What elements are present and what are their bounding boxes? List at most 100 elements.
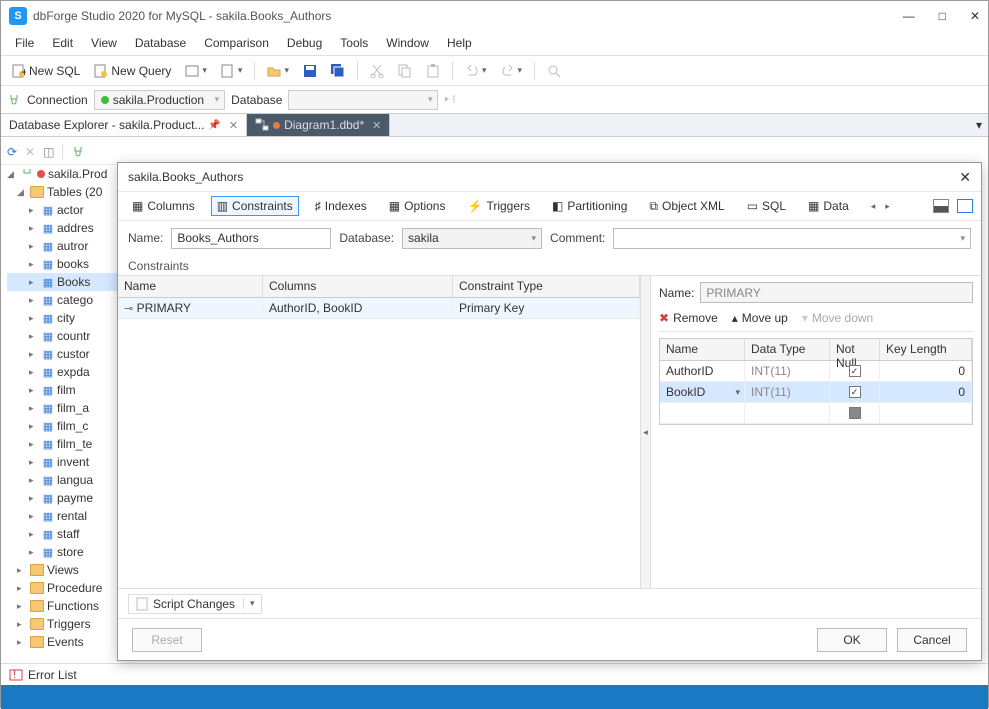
menu-edit[interactable]: Edit (44, 33, 81, 53)
open-button[interactable]: ▾ (262, 62, 294, 80)
tree-table[interactable]: ▸▦books (7, 255, 117, 273)
tabs-next[interactable]: ▸ (885, 201, 890, 212)
tree-events-folder[interactable]: ▸Events (7, 633, 117, 651)
tree-table[interactable]: ▸▦custor (7, 345, 117, 363)
constraint-row[interactable]: ⊸ PRIMARY AuthorID, BookID Primary Key (118, 298, 640, 319)
notnull-checkbox[interactable]: ✓ (849, 386, 861, 398)
minimize-button[interactable]: — (903, 9, 915, 23)
menu-debug[interactable]: Debug (279, 33, 330, 53)
view-mode-1[interactable] (933, 199, 949, 213)
tree-table-selected[interactable]: ▸▦Books (7, 273, 117, 291)
search-button[interactable] (542, 62, 566, 80)
tree-views-folder[interactable]: ▸Views (7, 561, 117, 579)
tab-triggers[interactable]: ⚡Triggers (461, 196, 536, 216)
tree-table[interactable]: ▸▦autror (7, 237, 117, 255)
menu-comparison[interactable]: Comparison (196, 33, 277, 53)
menu-help[interactable]: Help (439, 33, 480, 53)
tab-partitioning[interactable]: ◧Partitioning (546, 196, 633, 216)
view-mode-2[interactable] (957, 199, 973, 213)
delete-icon[interactable]: ✕ (25, 145, 35, 159)
menu-tools[interactable]: Tools (332, 33, 376, 53)
tree-table[interactable]: ▸▦rental (7, 507, 117, 525)
tabs-prev[interactable]: ◂ (871, 201, 876, 212)
tab-database-explorer[interactable]: Database Explorer - sakila.Product... 📌 … (1, 114, 247, 136)
new-query-button[interactable]: New Query (89, 62, 176, 80)
mg-keylen-header[interactable]: Key Length (880, 339, 972, 360)
col-name-header[interactable]: Name (118, 276, 263, 297)
mg-row-selected[interactable]: BookID▾ INT(11) ✓ 0 (660, 382, 972, 403)
plug-icon[interactable] (71, 145, 85, 159)
dialog-close-button[interactable]: ✕ (959, 169, 971, 186)
comment-input[interactable] (613, 228, 971, 249)
tree-table[interactable]: ▸▦film_c (7, 417, 117, 435)
tab-diagram[interactable]: Diagram1.dbd* ✕ (247, 114, 390, 136)
tab-constraints[interactable]: ▥Constraints (211, 196, 299, 216)
detail-name-input[interactable] (700, 282, 973, 303)
tree-connection[interactable]: ◢sakila.Prod (7, 165, 117, 183)
tree-table[interactable]: ▸▦langua (7, 471, 117, 489)
tree-table[interactable]: ▸▦film_a (7, 399, 117, 417)
dropdown-1[interactable]: ▾ (180, 62, 212, 80)
cancel-button[interactable]: Cancel (897, 628, 967, 652)
splitter[interactable]: ◂ (641, 276, 651, 588)
tab-options[interactable]: ▦Options (383, 196, 452, 216)
tab-data[interactable]: ▦Data (802, 196, 855, 216)
menu-window[interactable]: Window (378, 33, 437, 53)
mg-notnull-header[interactable]: Not Null (830, 339, 880, 360)
close-button[interactable]: ✕ (970, 9, 980, 23)
tree-table[interactable]: ▸▦payme (7, 489, 117, 507)
window-icon[interactable]: ◫ (43, 145, 54, 159)
moveup-button[interactable]: ▴Move up (732, 311, 788, 325)
tree-table[interactable]: ▸▦city (7, 309, 117, 327)
close-icon[interactable]: ✕ (372, 119, 381, 132)
save-button[interactable] (298, 62, 322, 80)
tree-procedures-folder[interactable]: ▸Procedure (7, 579, 117, 597)
refresh-icon[interactable]: ⟳ (7, 145, 17, 159)
col-columns-header[interactable]: Columns (263, 276, 453, 297)
tree-table[interactable]: ▸▦staff (7, 525, 117, 543)
pin-icon[interactable]: 📌 (208, 120, 220, 131)
undo-button[interactable]: ▾ (460, 62, 492, 80)
tab-sql[interactable]: ▭SQL (741, 196, 792, 216)
save-all-button[interactable] (326, 62, 350, 80)
tree-table[interactable]: ▸▦film (7, 381, 117, 399)
paste-button[interactable] (421, 62, 445, 80)
connection-combo[interactable]: sakila.Production (94, 90, 225, 110)
copy-button[interactable] (393, 62, 417, 80)
database-combo[interactable]: sakila (402, 228, 542, 249)
script-changes-button[interactable]: Script Changes ▾ (128, 594, 262, 614)
tree-triggers-folder[interactable]: ▸Triggers (7, 615, 117, 633)
tree-table[interactable]: ▸▦store (7, 543, 117, 561)
col-type-header[interactable]: Constraint Type (453, 276, 640, 297)
tree-functions-folder[interactable]: ▸Functions (7, 597, 117, 615)
database-combo[interactable] (288, 90, 438, 110)
tree-table[interactable]: ▸▦catego (7, 291, 117, 309)
menu-view[interactable]: View (83, 33, 125, 53)
menu-database[interactable]: Database (127, 33, 194, 53)
remove-button[interactable]: ✖Remove (659, 311, 718, 325)
notnull-checkbox-indeterminate[interactable] (849, 407, 861, 419)
mg-row-empty[interactable] (660, 403, 972, 424)
tree-table[interactable]: ▸▦countr (7, 327, 117, 345)
movedown-button[interactable]: ▾Move down (802, 311, 873, 325)
tree-table[interactable]: ▸▦invent (7, 453, 117, 471)
tree-table[interactable]: ▸▦expda (7, 363, 117, 381)
menu-file[interactable]: File (7, 33, 42, 53)
tab-columns[interactable]: ▦Columns (126, 196, 201, 216)
tabs-dropdown[interactable]: ▾ (970, 114, 988, 136)
tree-table[interactable]: ▸▦actor (7, 201, 117, 219)
ok-button[interactable]: OK (817, 628, 887, 652)
tree-table[interactable]: ▸▦film_te (7, 435, 117, 453)
tree-tables-folder[interactable]: ◢Tables (20 (7, 183, 117, 201)
mg-name-header[interactable]: Name (660, 339, 745, 360)
close-icon[interactable]: ✕ (229, 119, 238, 132)
name-input[interactable] (171, 228, 331, 249)
dropdown-2[interactable]: ▾ (216, 62, 248, 80)
tab-objectxml[interactable]: ⧉Object XML (643, 196, 730, 217)
tab-indexes[interactable]: ♯Indexes (309, 196, 373, 216)
redo-button[interactable]: ▾ (496, 62, 528, 80)
mg-row[interactable]: AuthorID INT(11) ✓ 0 (660, 361, 972, 382)
mg-datatype-header[interactable]: Data Type (745, 339, 830, 360)
error-list-bar[interactable]: ! Error List (1, 663, 988, 685)
reset-button[interactable]: Reset (132, 628, 202, 652)
